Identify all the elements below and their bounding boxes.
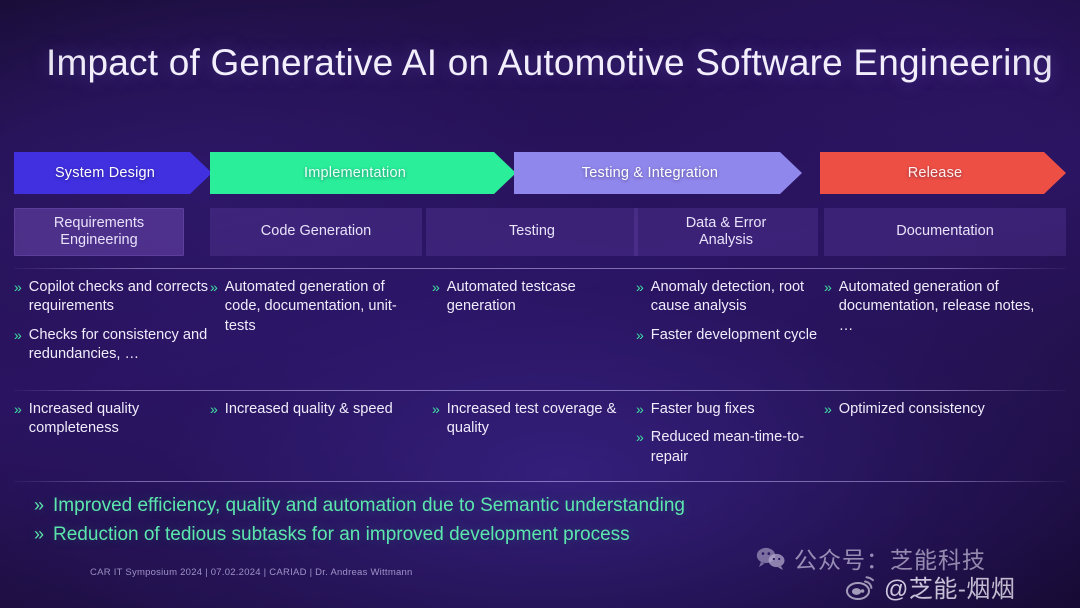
phase-arrow-label: System Design xyxy=(54,165,156,181)
bullet-item: » Reduced mean-time-to-repair xyxy=(636,428,824,467)
chevron-double-right-icon: » xyxy=(34,523,45,544)
phase-arrow-system-design[interactable]: System Design xyxy=(14,152,212,194)
bullet-text: Increased quality completeness xyxy=(28,401,140,437)
bullet-item: » Anomaly detection, root cause analysis xyxy=(636,278,824,317)
watermark-weibo-text: @芝能-烟烟 xyxy=(884,576,1016,603)
summary-text: Improved efficiency, quality and automat… xyxy=(53,495,685,516)
chevron-double-right-icon: » xyxy=(824,401,832,417)
category-header-testing[interactable]: Testing xyxy=(426,208,638,256)
bullet-item: » Copilot checks and corrects requirement… xyxy=(14,278,214,317)
category-header-code-generation[interactable]: Code Generation xyxy=(210,208,422,256)
category-header-documentation[interactable]: Documentation xyxy=(824,208,1066,256)
bullet-text: Checks for consistency and redundancies,… xyxy=(28,326,208,362)
bullet-item: » Faster development cycle xyxy=(636,326,824,345)
bullet-text: Copilot checks and corrects requirements xyxy=(28,279,209,315)
bullet-column: » Automated generation of code, documenta… xyxy=(210,278,418,345)
footer-credit: CAR IT Symposium 2024 | 07.02.2024 | CAR… xyxy=(90,567,413,578)
category-header-label: Testing xyxy=(509,223,555,240)
bullet-grid-capabilities: » Copilot checks and corrects requirement… xyxy=(14,278,1066,386)
bullet-text: Automated generation of documentation, r… xyxy=(838,279,1035,334)
chevron-double-right-icon: » xyxy=(14,326,22,343)
bullet-column: » Automated testcase generation xyxy=(432,278,636,326)
chevron-double-right-icon: » xyxy=(432,279,440,295)
bullet-column: » Copilot checks and corrects requirement… xyxy=(14,278,214,373)
summary-list: » Improved efficiency, quality and automa… xyxy=(34,492,834,550)
chevron-double-right-icon: » xyxy=(14,401,22,417)
phase-arrow-label: Implementation xyxy=(304,165,406,181)
bullet-text: Optimized consistency xyxy=(838,401,985,417)
bullet-text: Faster bug fixes xyxy=(650,401,755,417)
bullet-column: » Automated generation of documentation, … xyxy=(824,278,1050,345)
phase-arrow-label: Testing & Integration xyxy=(581,165,719,181)
divider-top xyxy=(14,268,1066,269)
bullet-item: » Increased quality & speed xyxy=(210,400,418,419)
chevron-double-right-icon: » xyxy=(824,279,832,295)
chevron-double-right-icon: » xyxy=(636,279,644,295)
category-header-label: Code Generation xyxy=(260,223,372,240)
phase-arrow-implementation[interactable]: Implementation xyxy=(210,152,516,194)
bullet-item: » Automated generation of documentation, … xyxy=(824,278,1050,336)
summary-item: » Reduction of tedious subtasks for an im… xyxy=(34,521,834,550)
bullet-text: Automated generation of code, documentat… xyxy=(224,279,397,334)
page-title: Impact of Generative AI on Automotive So… xyxy=(46,42,1054,83)
bullet-column: » Optimized consistency xyxy=(824,400,1050,428)
bullet-column: » Increased quality completeness xyxy=(14,400,214,448)
summary-item: » Improved efficiency, quality and automa… xyxy=(34,492,834,521)
bullet-text: Faster development cycle xyxy=(650,326,818,343)
divider-middle xyxy=(14,390,1066,391)
bullet-item: » Increased test coverage & quality xyxy=(432,400,636,439)
chevron-double-right-icon: » xyxy=(432,401,440,417)
bullet-item: » Checks for consistency and redundancies… xyxy=(14,326,214,365)
weibo-icon xyxy=(846,574,876,600)
bullet-text: Reduced mean-time-to-repair xyxy=(650,429,805,465)
watermark-weibo: @芝能-烟烟 xyxy=(846,569,1015,604)
bullet-item: » Faster bug fixes xyxy=(636,400,824,419)
slide-canvas: Impact of Generative AI on Automotive So… xyxy=(0,0,1080,608)
bullet-item: » Optimized consistency xyxy=(824,400,1050,419)
chevron-double-right-icon: » xyxy=(210,401,218,417)
phase-arrow-label: Release xyxy=(907,165,963,181)
bullet-item: » Automated generation of code, documenta… xyxy=(210,278,418,336)
phase-arrow-testing-integration[interactable]: Testing & Integration xyxy=(514,152,802,194)
chevron-double-right-icon: » xyxy=(34,495,45,515)
bullet-column: » Increased test coverage & quality xyxy=(432,400,636,448)
category-header-label: Data & Error Analysis xyxy=(685,214,767,248)
category-header-label: Documentation xyxy=(896,223,994,240)
chevron-double-right-icon: » xyxy=(636,401,644,417)
bullet-column: » Anomaly detection, root cause analysis»… xyxy=(636,278,824,354)
chevron-double-right-icon: » xyxy=(636,326,644,343)
chevron-double-right-icon: » xyxy=(14,279,22,295)
category-header-data-error-analysis[interactable]: Data & Error Analysis xyxy=(634,208,818,256)
chevron-double-right-icon: » xyxy=(210,279,218,295)
category-header-row: Requirements Engineering Code Generation Te… xyxy=(14,208,1066,256)
chevron-double-right-icon: » xyxy=(636,429,644,446)
phase-arrow-row: System Design Implementation Testing & Int… xyxy=(14,152,1066,194)
category-header-label: Requirements Engineering xyxy=(53,214,145,248)
phase-arrow-release[interactable]: Release xyxy=(820,152,1066,194)
bullet-text: Increased test coverage & quality xyxy=(446,401,617,437)
bullet-text: Anomaly detection, root cause analysis xyxy=(650,279,805,315)
bullet-text: Automated testcase generation xyxy=(446,279,576,315)
bullet-text: Increased quality & speed xyxy=(224,401,393,417)
bullet-item: » Automated testcase generation xyxy=(432,278,636,317)
divider-bottom xyxy=(14,481,1066,482)
bullet-item: » Increased quality completeness xyxy=(14,400,214,439)
bullet-column: » Increased quality & speed xyxy=(210,400,418,428)
category-header-requirements-engineering[interactable]: Requirements Engineering xyxy=(14,208,184,256)
bullet-column: » Faster bug fixes » Reduced mean-time-to-r… xyxy=(636,400,824,476)
bullet-grid-benefits: » Increased quality completeness » Increase… xyxy=(14,400,1066,476)
summary-text: Reduction of tedious subtasks for an imp… xyxy=(53,523,630,545)
